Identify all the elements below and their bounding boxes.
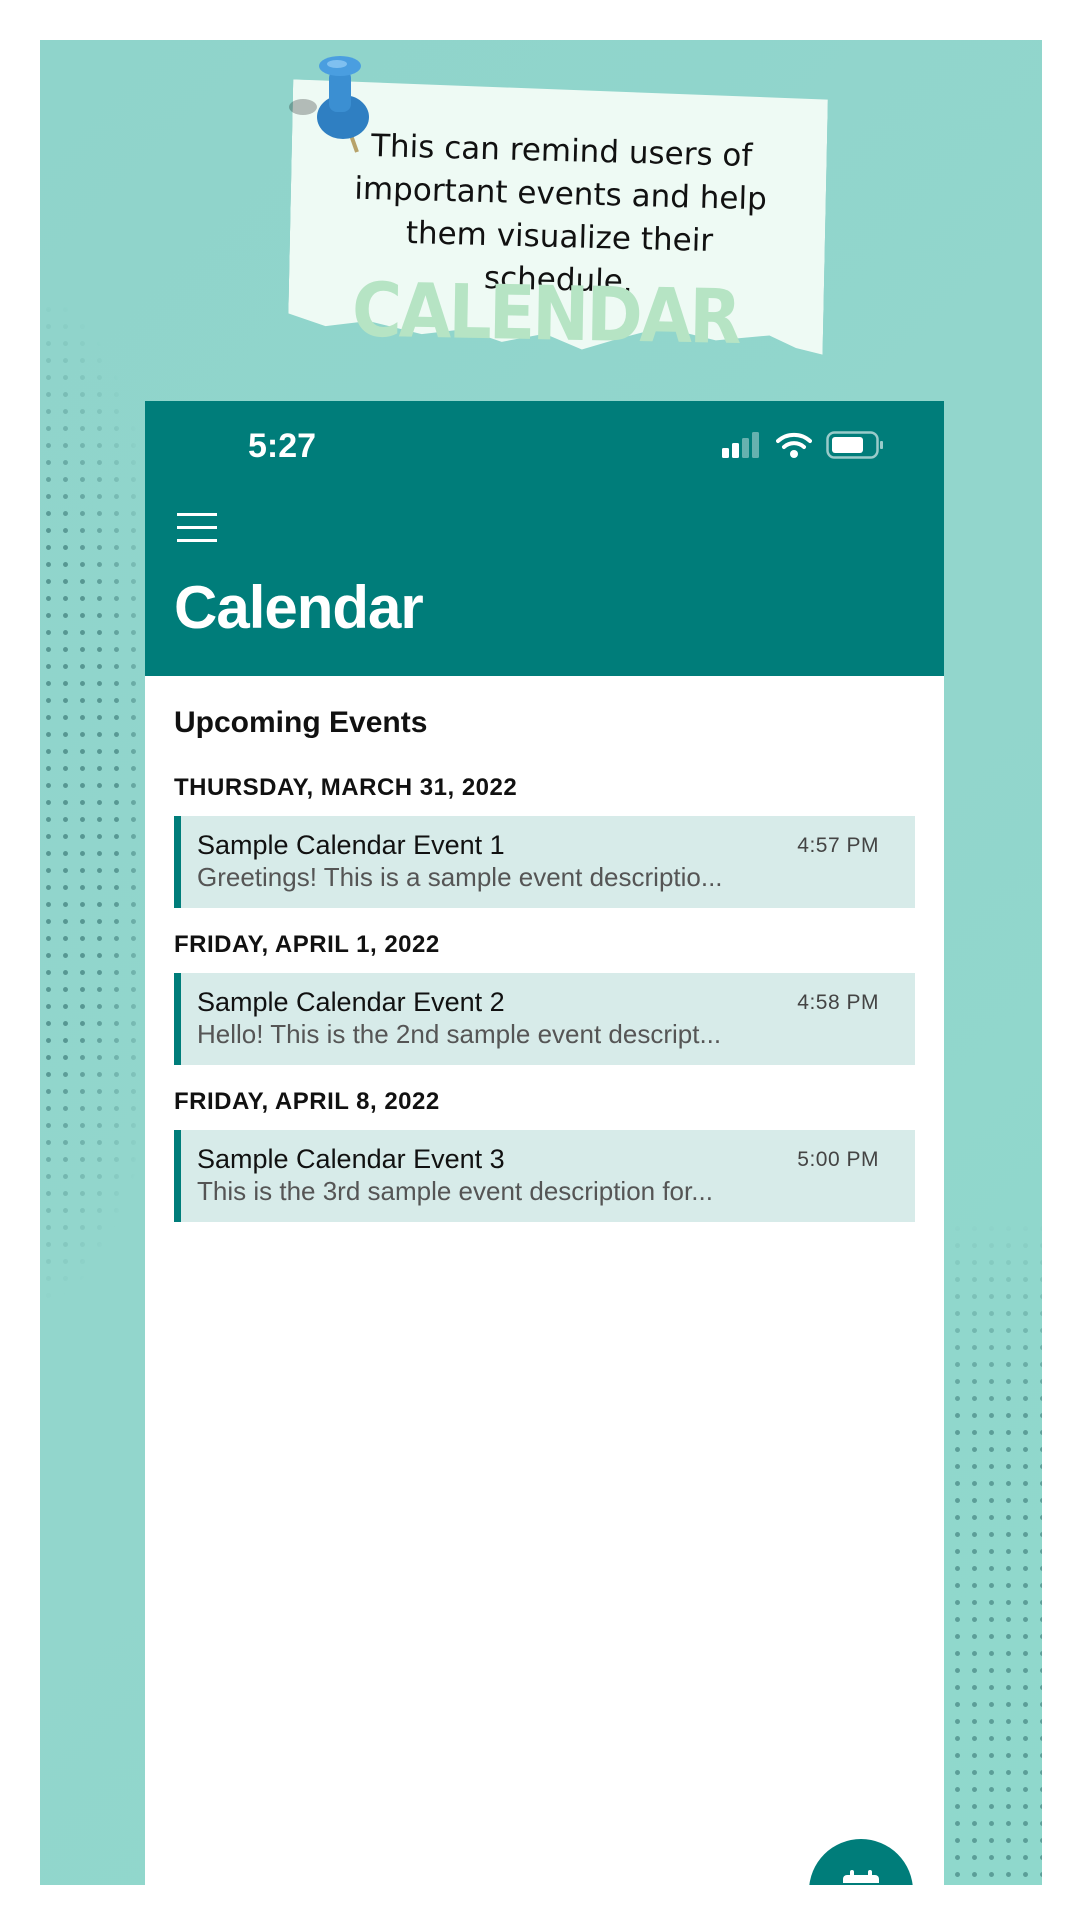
section-title: Upcoming Events [174,706,428,739]
event-title: Sample Calendar Event 1 [197,830,505,860]
day-header: FRIDAY, APRIL 8, 2022 [174,1088,440,1115]
note-word: CALENDAR [351,267,740,362]
calendar-add-icon [843,1870,879,1885]
signal-icon [722,432,759,458]
status-icons [722,431,884,459]
event-time: 4:58 PM [797,991,879,1014]
event-description: Greetings! This is a sample event descri… [197,862,723,892]
hamburger-menu-icon[interactable] [177,513,217,543]
event-time: 4:57 PM [797,834,879,857]
day-header: FRIDAY, APRIL 1, 2022 [174,931,440,958]
event-title: Sample Calendar Event 3 [197,1144,505,1174]
event-time: 5:00 PM [797,1148,879,1171]
day-header: THURSDAY, MARCH 31, 2022 [174,774,518,801]
event-description: Hello! This is the 2nd sample event desc… [197,1019,722,1049]
page-title: Calendar [174,574,424,641]
wifi-icon [776,432,812,458]
phone-screen: 5:27 Calendar Upcoming Events THURSDAY, … [145,401,944,1885]
event-item[interactable]: Sample Calendar Event 2 Hello! This is t… [174,973,915,1065]
battery-icon [826,431,883,459]
decorative-dots-right [932,1220,1042,1885]
event-description: This is the 3rd sample event description… [197,1176,713,1206]
app-bar: 5:27 Calendar [145,401,944,676]
add-event-button[interactable] [809,1839,913,1885]
event-title: Sample Calendar Event 2 [197,987,505,1017]
event-item[interactable]: Sample Calendar Event 3 This is the 3rd … [174,1130,915,1222]
event-item[interactable]: Sample Calendar Event 1 Greetings! This … [174,816,915,908]
status-time: 5:27 [248,427,317,465]
pushpin-icon [289,56,369,153]
